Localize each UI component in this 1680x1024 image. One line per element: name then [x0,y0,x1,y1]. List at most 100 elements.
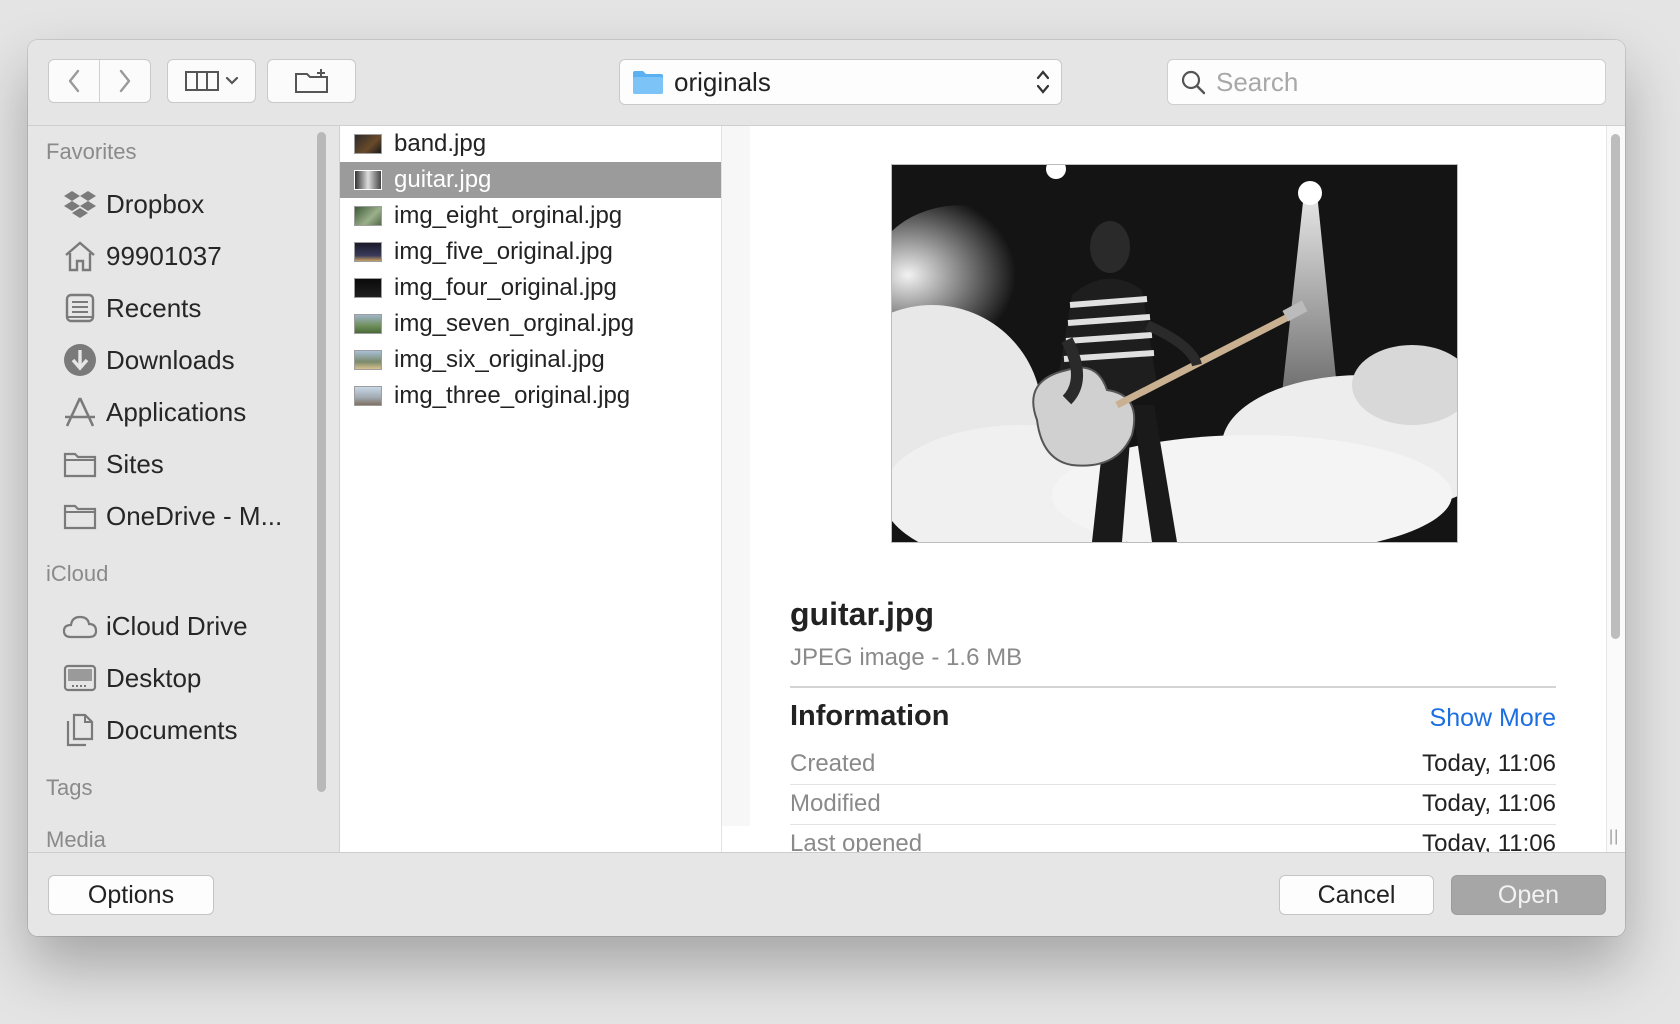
file-row-img-four[interactable]: img_four_original.jpg [340,270,721,306]
icloud-heading: iCloud [46,561,109,586]
options-button[interactable]: Options [48,875,214,915]
file-row-band[interactable]: band.jpg [340,126,721,162]
sidebar-item-documents[interactable]: Documents [28,704,339,756]
sidebar-item-downloads[interactable]: Downloads [28,334,339,386]
file-list: band.jpg guitar.jpg img_eight_orginal.jp… [340,126,722,852]
image-thumbnail-icon [354,350,382,370]
divider [790,686,1556,688]
desktop-icon [62,660,98,696]
search-icon [1181,70,1206,95]
chevron-right-icon [119,69,131,93]
information-heading: Information [790,700,950,732]
image-thumbnail-icon [354,206,382,226]
location-label: originals [674,66,771,97]
folder-icon [62,498,98,534]
file-row-img-three[interactable]: img_three_original.jpg [340,378,721,414]
image-thumbnail-icon [354,314,382,334]
image-thumbnail-icon [354,278,382,298]
info-value: Today, 11:06 [1422,750,1556,777]
preview-filename: guitar.jpg [790,596,934,632]
sidebar-item-label: Applications [106,396,247,427]
sidebar-item-dropbox[interactable]: Dropbox [28,178,339,230]
file-row-img-eight[interactable]: img_eight_orginal.jpg [340,198,721,234]
columns-view-icon [184,71,219,91]
sidebar-scrollbar[interactable] [317,132,326,792]
image-thumbnail-icon [354,242,382,262]
file-name: img_three_original.jpg [394,382,631,409]
info-key: Modified [790,790,881,817]
back-button[interactable] [49,60,99,102]
sidebar-item-label: Downloads [106,344,235,375]
document-icon [62,712,98,748]
preview-kind: JPEG image - 1.6 MB [790,644,1023,671]
column-divider[interactable] [722,126,750,826]
sidebar-item-onedrive[interactable]: OneDrive - M... [28,490,339,542]
navigation-buttons [48,59,151,103]
preview-pane: guitar.jpg JPEG image - 1.6 MB Informati… [750,126,1608,852]
new-folder-button[interactable] [267,59,356,103]
sidebar-item-applications[interactable]: Applications [28,386,339,438]
search-input[interactable] [1214,65,1605,99]
info-key: Last opened [790,830,923,852]
file-name: img_six_original.jpg [394,346,605,373]
bottom-bar: Options Cancel Open [28,852,1625,936]
file-name: img_eight_orginal.jpg [394,202,623,229]
scrollbar-thumb[interactable] [1611,134,1620,639]
sidebar-item-label: Dropbox [106,188,205,219]
applications-icon [62,394,98,430]
cancel-button[interactable]: Cancel [1279,875,1434,915]
info-row-created: Created Today, 11:06 [790,744,1556,785]
forward-button[interactable] [99,60,150,102]
image-thumbnail-icon [354,170,382,190]
folder-icon [633,71,663,94]
file-row-img-seven[interactable]: img_seven_orginal.jpg [340,306,721,342]
favorites-heading: Favorites [46,139,137,164]
downloads-icon [62,342,98,378]
view-mode-button[interactable] [167,59,256,103]
sidebar: Favorites Dropbox 99901037 Recents Downl… [28,126,340,852]
chevron-down-icon [225,76,238,85]
info-value: Today, 11:06 [1422,790,1556,817]
sidebar-item-recents[interactable]: Recents [28,282,339,334]
info-row-modified: Modified Today, 11:06 [790,784,1556,825]
guitarist-photo [892,165,1457,542]
sidebar-item-icloud-drive[interactable]: iCloud Drive [28,600,339,652]
info-value: Today, 11:06 [1422,830,1556,852]
sidebar-item-label: Sites [106,448,164,479]
image-preview [891,164,1458,543]
search-field[interactable] [1167,59,1606,105]
image-thumbnail-icon [354,386,382,406]
file-row-img-five[interactable]: img_five_original.jpg [340,234,721,270]
info-row-last-opened: Last opened Today, 11:06 [790,824,1556,852]
file-name: band.jpg [394,130,487,157]
sidebar-item-label: Recents [106,292,202,323]
file-name: guitar.jpg [394,166,492,193]
sidebar-item-label: Desktop [106,662,202,693]
open-button[interactable]: Open [1451,875,1606,915]
file-name: img_four_original.jpg [394,274,617,301]
file-row-guitar[interactable]: guitar.jpg [340,162,721,198]
sidebar-item-label: OneDrive - M... [106,500,283,531]
recents-icon [62,290,98,326]
file-name: img_five_original.jpg [394,238,613,265]
info-key: Created [790,750,876,777]
sidebar-item-home[interactable]: 99901037 [28,230,339,282]
home-icon [62,238,98,274]
image-thumbnail-icon [354,134,382,154]
resize-grip-icon[interactable]: || [1609,828,1619,846]
sidebar-item-sites[interactable]: Sites [28,438,339,490]
preview-scrollbar[interactable] [1606,126,1625,852]
tags-heading: Tags [46,775,93,800]
media-heading: Media [46,827,106,852]
sidebar-item-label: iCloud Drive [106,610,248,641]
toolbar: originals [28,40,1625,126]
sidebar-item-desktop[interactable]: Desktop [28,652,339,704]
cloud-icon [62,608,98,644]
show-more-link[interactable]: Show More [1430,704,1556,733]
location-popup[interactable]: originals [619,59,1062,105]
file-row-img-six[interactable]: img_six_original.jpg [340,342,721,378]
file-name: img_seven_orginal.jpg [394,310,635,337]
folder-icon [62,446,98,482]
sidebar-item-label: 99901037 [106,240,222,271]
new-folder-icon [294,69,328,93]
